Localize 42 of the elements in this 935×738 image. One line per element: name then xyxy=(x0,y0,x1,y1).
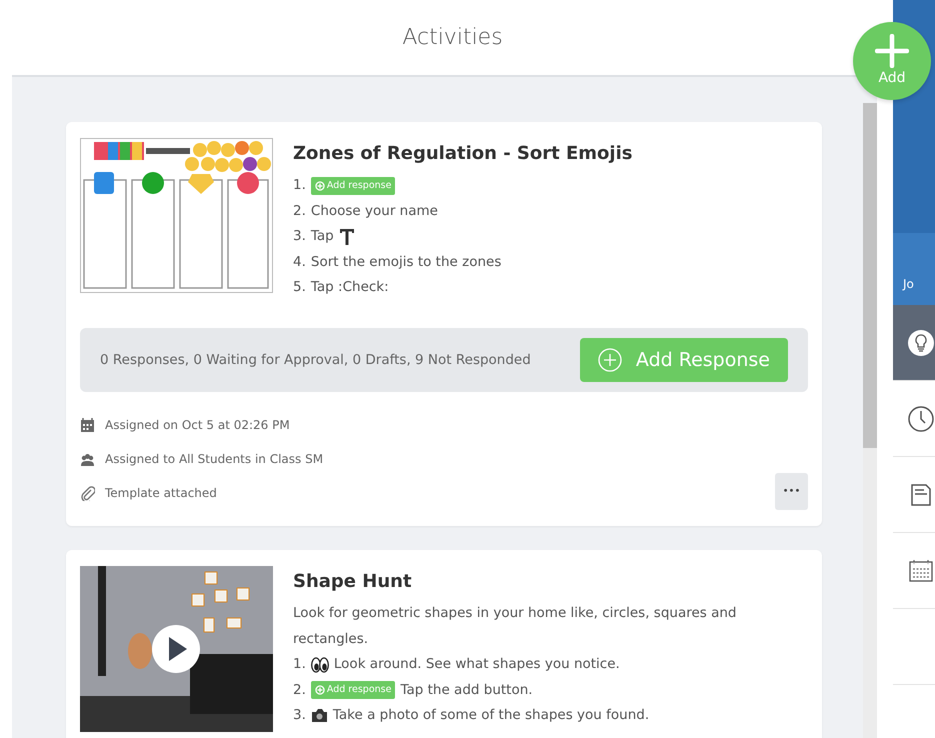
activity-title: Zones of Regulation - Sort Emojis xyxy=(293,142,634,166)
eyes-icon xyxy=(310,656,329,673)
step-number: 4. xyxy=(293,252,306,272)
step-text: Tap the add button. xyxy=(400,680,533,700)
response-summary: 0 Responses, 0 Waiting for Approval, 0 Drafts, 9 Not Responded xyxy=(100,350,531,370)
step-number: 1. xyxy=(293,655,306,674)
group-icon xyxy=(80,452,95,466)
lightbulb-icon xyxy=(907,328,935,356)
meta-text: Assigned to All Students in Class SM xyxy=(105,451,324,468)
activity-description: Look for geometric shapes in your home like, circles, squares and rectangles. xyxy=(293,604,738,648)
camera-icon xyxy=(310,708,328,724)
step-number: 3. xyxy=(293,706,306,725)
paperclip-icon xyxy=(80,486,95,500)
step-number: 2. xyxy=(293,202,306,220)
step-number: 3. xyxy=(293,227,306,246)
more-options-button[interactable]: ••• xyxy=(775,473,808,510)
step-text: Tap :Check: xyxy=(310,278,389,297)
activity-title: Shape Hunt xyxy=(293,570,413,594)
plus-circle-icon xyxy=(314,180,325,191)
plus-icon xyxy=(875,34,909,68)
meta-text: Assigned on Oct 5 at 02:26 PM xyxy=(105,417,290,434)
profile-name: Jo xyxy=(903,276,914,293)
calendar-icon xyxy=(80,418,95,432)
add-response-badge: Add response xyxy=(310,681,396,700)
step-text: Take a photo of some of the shapes you found. xyxy=(332,706,650,725)
step-number: 5. xyxy=(293,278,306,297)
sidebar-item[interactable] xyxy=(893,305,935,381)
step-text: Look around. See what shapes you notice. xyxy=(334,655,620,674)
plus-circle-icon xyxy=(598,348,622,372)
add-response-button[interactable]: Add Response xyxy=(580,338,788,382)
add-response-badge: Add response xyxy=(310,176,396,195)
plus-circle-icon xyxy=(314,685,325,696)
scrollbar[interactable] xyxy=(863,103,877,738)
page-title: Activities xyxy=(402,24,503,52)
step-number: 1. xyxy=(293,176,306,195)
text-tool-icon xyxy=(338,228,355,246)
step-text: Choose your name xyxy=(310,202,438,220)
step-number: 2. xyxy=(293,680,306,700)
step-text: Tap xyxy=(310,227,334,246)
clock-icon xyxy=(907,404,935,432)
meta-text: Template attached xyxy=(105,485,217,502)
step-text: Sort the emojis to the zones xyxy=(310,252,502,272)
